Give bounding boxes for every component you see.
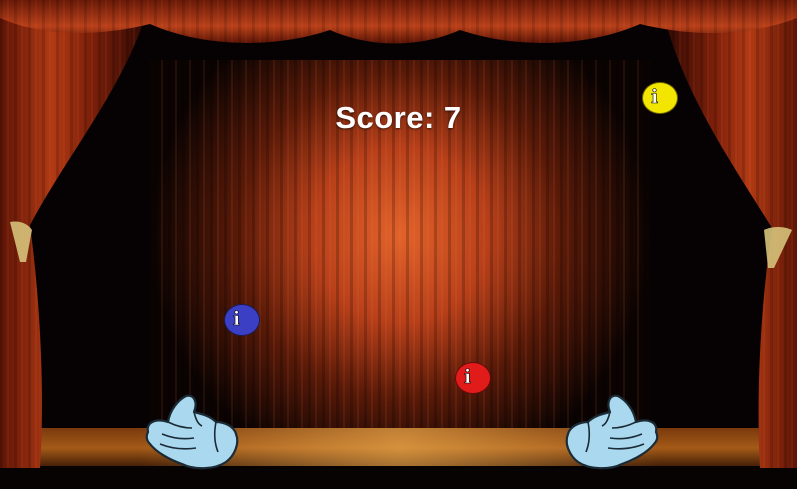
ball-face-glyph: i [233,308,241,330]
red-ball[interactable]: i [455,362,491,394]
ball-face-glyph: i [464,366,472,388]
blue-ball[interactable]: i [224,304,260,336]
theater-backdrop [0,0,797,489]
right-hand[interactable] [562,392,662,472]
left-hand[interactable] [142,392,242,472]
game-stage[interactable]: Score: 7 i i i [0,0,797,489]
yellow-ball[interactable]: i [642,82,678,114]
ball-face-glyph: i [651,86,659,108]
